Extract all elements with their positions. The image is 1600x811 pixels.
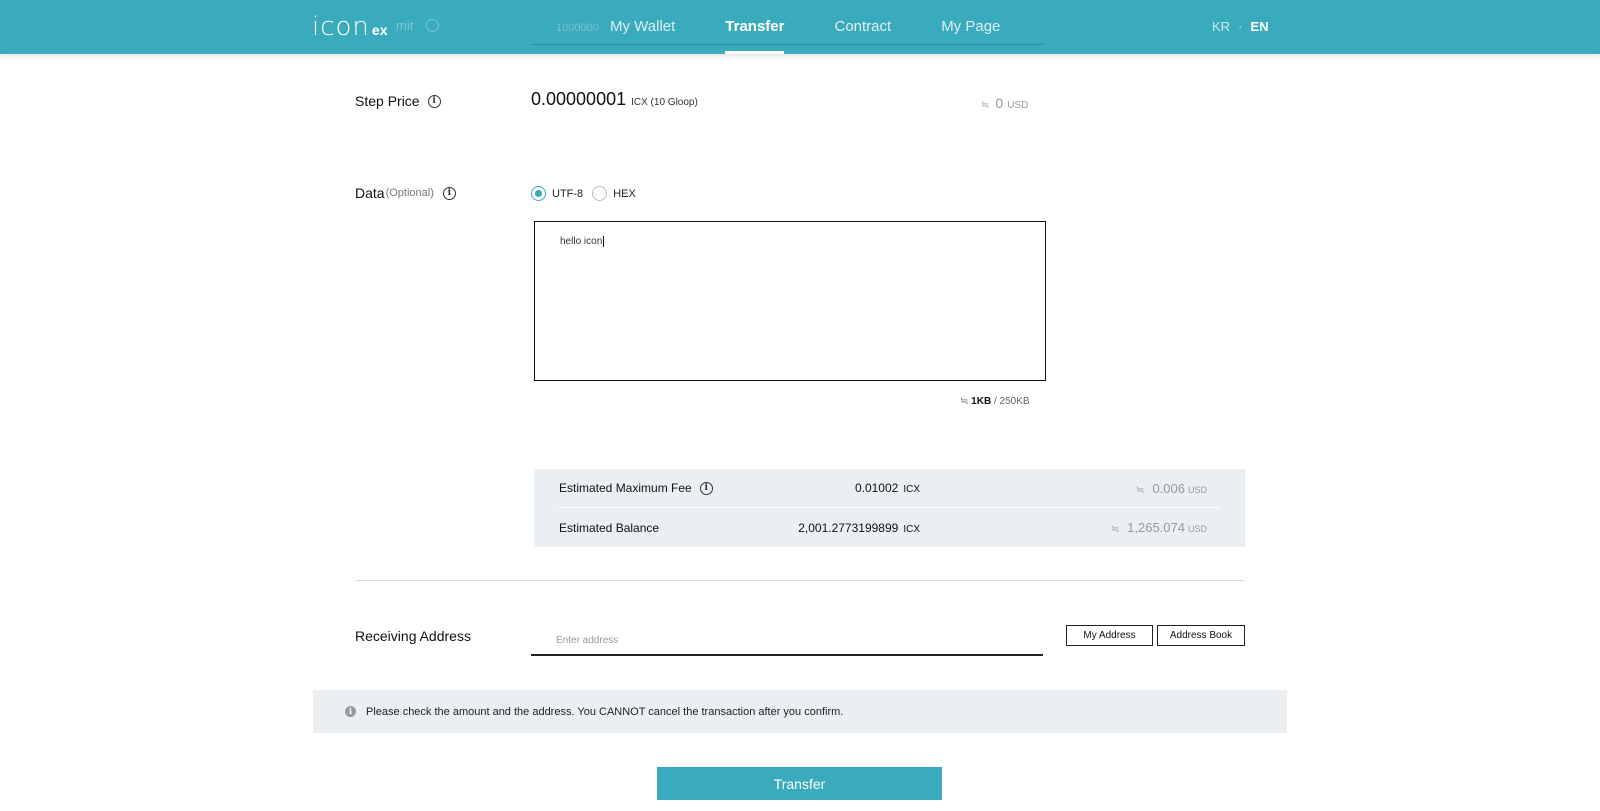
data-textarea-value: hello icon [560,236,603,248]
logo-text: icon [312,12,370,42]
approx-icon: ≒ [1110,524,1120,535]
warning-notice: i Please check the amount and the addres… [313,690,1287,733]
radio-hex[interactable] [592,186,608,201]
faded-info-icon [426,19,439,32]
estimated-balance-label: Estimated Balance [559,520,660,535]
radio-utf8-label[interactable]: UTF-8 [552,188,583,200]
data-label: Data (Optional) i [355,185,456,201]
lang-en[interactable]: EN [1250,19,1268,34]
estimated-max-fee-usd: 0.006 [1152,480,1185,496]
step-price-number: 0.00000001 [531,89,627,109]
data-encoding-radios: UTF-8 HEX [531,186,645,201]
transfer-button[interactable]: Transfer [657,767,942,800]
estimated-balance-unit: ICX [903,523,920,535]
receiving-address-label: Receiving Address [355,628,471,644]
estimated-max-fee-label: Estimated Maximum Fee [559,481,692,495]
estimated-max-fee-unit: ICX [903,484,920,495]
info-icon[interactable]: i [427,94,441,108]
receiving-address-input[interactable] [531,626,1043,656]
fee-summary: Estimated Maximum Fee i 0.01002 ICX ≒ 0.… [534,469,1245,547]
optional-tag: (Optional) [385,187,434,199]
approx-icon: ≒ [960,396,969,407]
estimated-max-fee-value: 0.01002 [854,481,899,495]
language-switcher: KR · EN [1212,19,1268,34]
lang-separator: · [1238,19,1243,34]
usd-value: 0 [995,95,1004,111]
nav-my-wallet[interactable]: My Wallet [610,18,675,45]
info-icon[interactable]: i [699,481,713,495]
faded-step-limit-value: 1000000 [556,22,599,34]
approx-icon: ≒ [981,100,990,111]
nav-transfer[interactable]: Transfer [725,18,785,54]
estimated-balance-value: 2,001.2773199899 [798,520,899,535]
radio-hex-label[interactable]: HEX [613,188,636,200]
step-price-label: Step Price i [355,93,441,109]
step-price-unit: ICX (10 Gloop) [631,97,698,108]
usd-unit: USD [1007,100,1029,111]
nav-contract[interactable]: Contract [834,18,891,45]
data-size-limit: / 250KB [991,396,1030,407]
step-price-label-text: Step Price [355,93,420,109]
data-size-indicator: ≒ 1KB / 250KB [960,396,1030,407]
lang-kr[interactable]: KR [1212,19,1230,34]
text-caret [603,236,605,247]
logo-subtext: ex [371,22,388,38]
radio-utf8[interactable] [531,186,546,201]
nav-my-page[interactable]: My Page [941,18,1000,45]
iconex-logo[interactable]: icon ex [312,12,388,42]
info-icon: i [345,706,356,717]
data-textarea[interactable]: hello icon [534,221,1046,381]
approx-icon: ≒ [1136,484,1145,496]
data-size-used: 1KB [971,396,992,407]
my-address-button[interactable]: My Address [1066,625,1153,646]
top-header: icon ex mit 1000000 My Wallet Transfer C… [0,0,1600,54]
estimated-balance-usd: 1,265.074 [1127,520,1185,535]
section-divider [355,580,1245,581]
estimated-balance-row: Estimated Balance 2,001.2773199899 ICX ≒… [559,508,1220,547]
step-price-usd: ≒ 0 USD [981,95,1028,111]
address-book-button[interactable]: Address Book [1157,625,1245,646]
data-label-text: Data [355,185,385,201]
estimated-max-fee-row: Estimated Maximum Fee i 0.01002 ICX ≒ 0.… [559,469,1220,508]
main-nav: My Wallet Transfer Contract My Page [610,18,1050,54]
step-price-value: 0.00000001 ICX (10 Gloop) [531,89,698,110]
warning-notice-text: Please check the amount and the address.… [366,705,844,718]
usd-unit: USD [1187,524,1207,534]
faded-step-limit-label: mit [396,18,414,33]
info-icon[interactable]: i [442,186,456,200]
usd-unit: USD [1187,484,1207,495]
